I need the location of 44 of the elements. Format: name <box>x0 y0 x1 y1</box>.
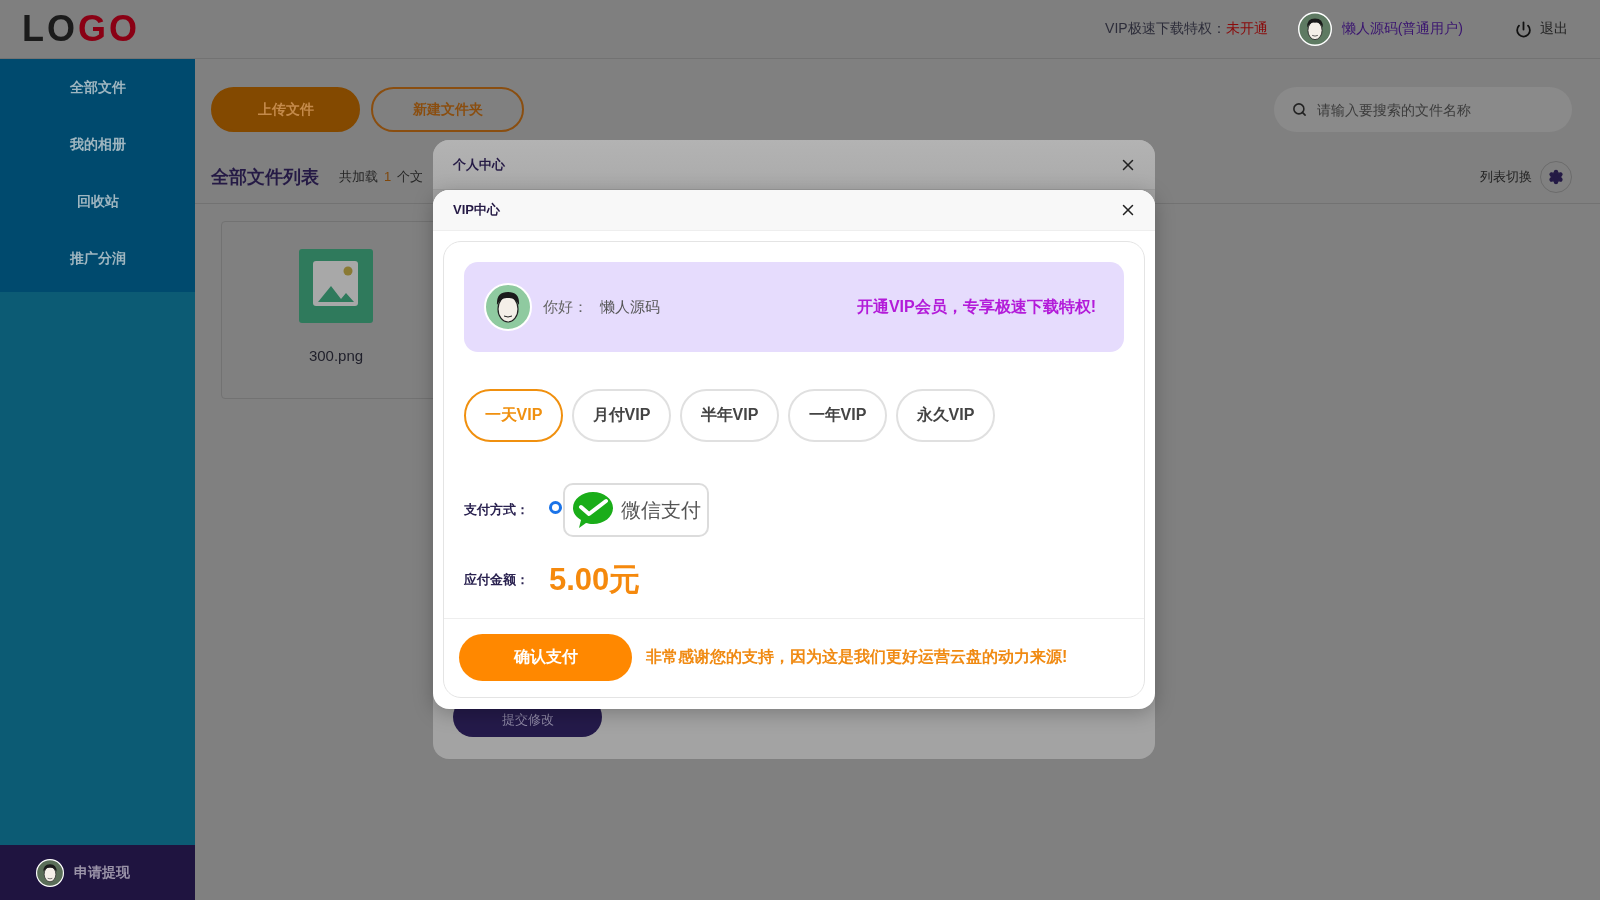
search-icon <box>1292 102 1307 117</box>
sidebar-item[interactable]: 全部文件 <box>0 59 195 116</box>
logo: LOGO <box>22 8 140 50</box>
search-input[interactable]: 请输入要搜索的文件名称 <box>1315 100 1572 119</box>
user-name-link[interactable]: 懒人源码(普通用户) <box>1341 20 1463 38</box>
view-toggle-label: 列表切换 <box>1480 167 1532 186</box>
payment-option[interactable]: 微信支付 <box>563 483 709 537</box>
search-bar[interactable]: 请输入要搜索的文件名称 <box>1274 87 1572 132</box>
file-name: 300.png <box>308 347 364 364</box>
user-avatar <box>36 858 64 887</box>
dialog-title: VIP中心 <box>453 201 500 219</box>
sidebar-item[interactable]: 回收站 <box>0 173 195 230</box>
chat-bubble-check-icon <box>571 490 615 530</box>
sidebar-item[interactable]: 推广分润 <box>0 230 195 287</box>
plan-option[interactable]: 月付VIP <box>572 389 671 442</box>
radio-button[interactable] <box>549 500 562 514</box>
promo-text: 开通VIP会员，专享极速下载特权! <box>856 296 1096 317</box>
gear-icon <box>1548 168 1564 185</box>
vip-status: 未开通 <box>1225 20 1268 38</box>
amount-label: 应付金额： <box>464 571 530 589</box>
plan-option[interactable]: 永久VIP <box>896 389 995 442</box>
count-unit: 个文 <box>397 167 424 186</box>
user-name: 懒人源码 <box>600 297 660 317</box>
count-label: 共加载 <box>339 167 378 186</box>
upload-button[interactable]: 上传文件 <box>211 87 360 132</box>
user-avatar <box>1297 12 1332 46</box>
confirm-payment-button[interactable]: 确认支付 <box>459 634 632 681</box>
thanks-message: 非常感谢您的支持，因为这是我们更好运营云盘的动力来源! <box>646 647 1068 667</box>
plan-option[interactable]: 一天VIP <box>464 389 563 442</box>
user-avatar <box>484 283 532 331</box>
vip-status-label: VIP极速下载特权： <box>1105 20 1226 38</box>
dialog-title: 个人中心 <box>453 155 505 174</box>
power-icon <box>1515 20 1532 38</box>
logout-link[interactable]: 退出 <box>1515 20 1568 38</box>
image-file-icon <box>299 249 373 323</box>
withdraw-link[interactable]: 申请提现 <box>74 863 130 882</box>
amount-value: 5.00元 <box>549 561 641 599</box>
plan-option[interactable]: 一年VIP <box>788 389 887 442</box>
sidebar-item[interactable]: 我的相册 <box>0 116 195 173</box>
payment-label: 支付方式： <box>464 501 530 519</box>
greeting-label: 你好： <box>543 297 588 317</box>
file-count: 1 <box>384 169 392 184</box>
plan-option[interactable]: 半年VIP <box>680 389 779 442</box>
list-title: 全部文件列表 <box>211 165 319 189</box>
